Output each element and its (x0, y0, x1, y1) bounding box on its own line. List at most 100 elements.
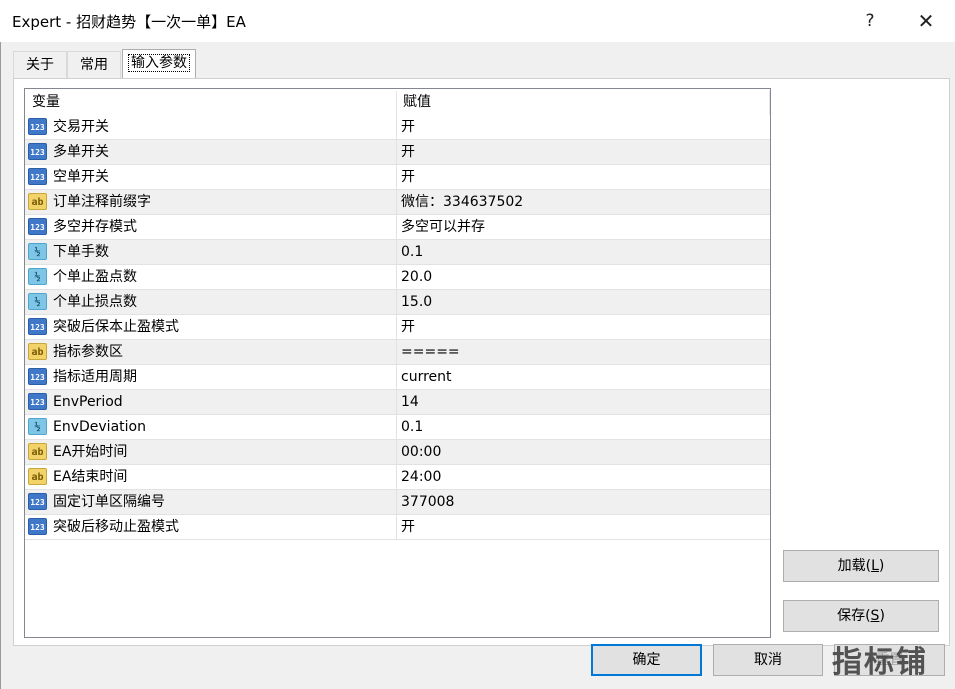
string-type-icon: ab (28, 443, 47, 460)
column-header-variable[interactable]: 变量 (32, 89, 60, 115)
help-button[interactable]: ? (855, 9, 885, 33)
string-type-icon: ab (28, 343, 47, 360)
tab-about[interactable]: 关于 (13, 51, 67, 78)
parameter-name: 指标参数区 (53, 344, 123, 360)
table-row[interactable]: ab EA开始时间 00:00 (25, 440, 770, 465)
parameter-name: 个单止盈点数 (53, 269, 137, 285)
watermark-logo: 指标铺 (832, 645, 928, 680)
column-divider (396, 365, 397, 390)
column-divider (396, 165, 397, 190)
window-left-edge (0, 42, 1, 689)
double-type-icon: ½ (28, 268, 47, 285)
string-type-icon: ab (28, 468, 47, 485)
parameter-name: EnvPeriod (53, 394, 123, 410)
parameter-name: 多单开关 (53, 144, 109, 160)
table-row[interactable]: 123 多空并存模式 多空可以并存 (25, 215, 770, 240)
integer-type-icon: 123 (28, 218, 47, 235)
parameter-value[interactable]: 15.0 (401, 290, 432, 314)
table-row[interactable]: ½ 个单止损点数 15.0 (25, 290, 770, 315)
window-title: Expert - 招财趋势【一次一单】EA (12, 13, 246, 31)
column-divider (396, 340, 397, 365)
parameters-grid[interactable]: 变量 赋值 123 交易开关开 123 多单开关开 123 空单开关开 ab 订单注释前缀字微… (24, 88, 771, 638)
parameter-value[interactable]: 微信：334637502 (401, 190, 523, 214)
table-row[interactable]: ab 订单注释前缀字 微信：334637502 (25, 190, 770, 215)
table-row[interactable]: ½ 下单手数 0.1 (25, 240, 770, 265)
table-row[interactable]: 123 多单开关 开 (25, 140, 770, 165)
column-divider (396, 440, 397, 465)
parameter-value[interactable]: 开 (401, 165, 415, 189)
parameter-value[interactable]: 开 (401, 140, 415, 164)
integer-type-icon: 123 (28, 318, 47, 335)
parameter-value[interactable]: current (401, 365, 452, 389)
column-header-value[interactable]: 赋值 (403, 89, 431, 115)
parameter-value[interactable]: 0.1 (401, 240, 423, 264)
column-divider (396, 215, 397, 240)
tab-common[interactable]: 常用 (67, 51, 121, 78)
table-row[interactable]: 123 EnvPeriod 14 (25, 390, 770, 415)
double-type-icon: ½ (28, 243, 47, 260)
parameter-value[interactable]: 00:00 (401, 440, 441, 464)
tab-inputs[interactable]: 输入参数 (122, 49, 196, 78)
column-divider (396, 140, 397, 165)
parameter-name: 突破后移动止盈模式 (53, 519, 179, 535)
column-divider[interactable] (396, 91, 397, 115)
parameter-value[interactable]: 开 (401, 515, 415, 539)
parameter-name: EA开始时间 (53, 444, 128, 460)
tab-about-label: 关于 (26, 57, 54, 73)
column-divider (396, 240, 397, 265)
parameter-name: 交易开关 (53, 119, 109, 135)
table-row[interactable]: 123 空单开关 开 (25, 165, 770, 190)
load-button[interactable]: 加载(L) (783, 550, 939, 582)
double-type-icon: ½ (28, 418, 47, 435)
parameter-name: 订单注释前缀字 (53, 194, 151, 210)
ok-button[interactable]: 确定 (591, 644, 702, 676)
integer-type-icon: 123 (28, 518, 47, 535)
tab-common-label: 常用 (80, 57, 108, 73)
save-button[interactable]: 保存(S) (783, 600, 939, 632)
column-divider (396, 115, 397, 140)
table-row[interactable]: 123 指标适用周期 current (25, 365, 770, 390)
column-divider (396, 465, 397, 490)
column-divider (396, 290, 397, 315)
table-row[interactable]: 123 突破后移动止盈模式 开 (25, 515, 770, 540)
integer-type-icon: 123 (28, 368, 47, 385)
load-button-label: 加载( (837, 558, 872, 574)
column-divider (396, 190, 397, 215)
parameter-value[interactable]: 多空可以并存 (401, 215, 485, 239)
parameter-value[interactable]: 24:00 (401, 465, 441, 489)
parameter-value[interactable]: 14 (401, 390, 419, 414)
table-row[interactable]: 123 固定订单区隔编号 377008 (25, 490, 770, 515)
parameter-value[interactable]: 20.0 (401, 265, 432, 289)
load-button-accel: L (871, 558, 879, 574)
integer-type-icon: 123 (28, 118, 47, 135)
string-type-icon: ab (28, 193, 47, 210)
tab-inputs-label: 输入参数 (128, 54, 190, 72)
double-type-icon: ½ (28, 293, 47, 310)
table-row[interactable]: 123 突破后保本止盈模式 开 (25, 315, 770, 340)
parameter-value[interactable]: ===== (401, 340, 460, 364)
table-row[interactable]: 123 交易开关 开 (25, 115, 770, 140)
save-button-label: 保存( (837, 608, 871, 624)
table-row[interactable]: ½ EnvDeviation 0.1 (25, 415, 770, 440)
column-divider (396, 415, 397, 440)
parameter-value[interactable]: 开 (401, 115, 415, 139)
parameter-name: 个单止损点数 (53, 294, 137, 310)
grid-header: 变量 赋值 (25, 89, 770, 116)
column-divider (396, 515, 397, 540)
table-row[interactable]: ab 指标参数区 ===== (25, 340, 770, 365)
table-row[interactable]: ab EA结束时间 24:00 (25, 465, 770, 490)
parameter-name: EnvDeviation (53, 419, 146, 435)
parameter-name: 突破后保本止盈模式 (53, 319, 179, 335)
close-button[interactable]: ✕ (911, 9, 941, 33)
parameter-name: EA结束时间 (53, 469, 128, 485)
parameter-value[interactable]: 377008 (401, 490, 454, 514)
grid-rows: 123 交易开关开 123 多单开关开 123 空单开关开 ab 订单注释前缀字 微信：3346… (25, 115, 770, 540)
column-divider (396, 490, 397, 515)
integer-type-icon: 123 (28, 393, 47, 410)
column-divider (396, 265, 397, 290)
parameter-value[interactable]: 0.1 (401, 415, 423, 439)
cancel-button[interactable]: 取消 (713, 644, 823, 676)
parameter-value[interactable]: 开 (401, 315, 415, 339)
table-row[interactable]: ½ 个单止盈点数 20.0 (25, 265, 770, 290)
column-divider-end (769, 91, 770, 115)
